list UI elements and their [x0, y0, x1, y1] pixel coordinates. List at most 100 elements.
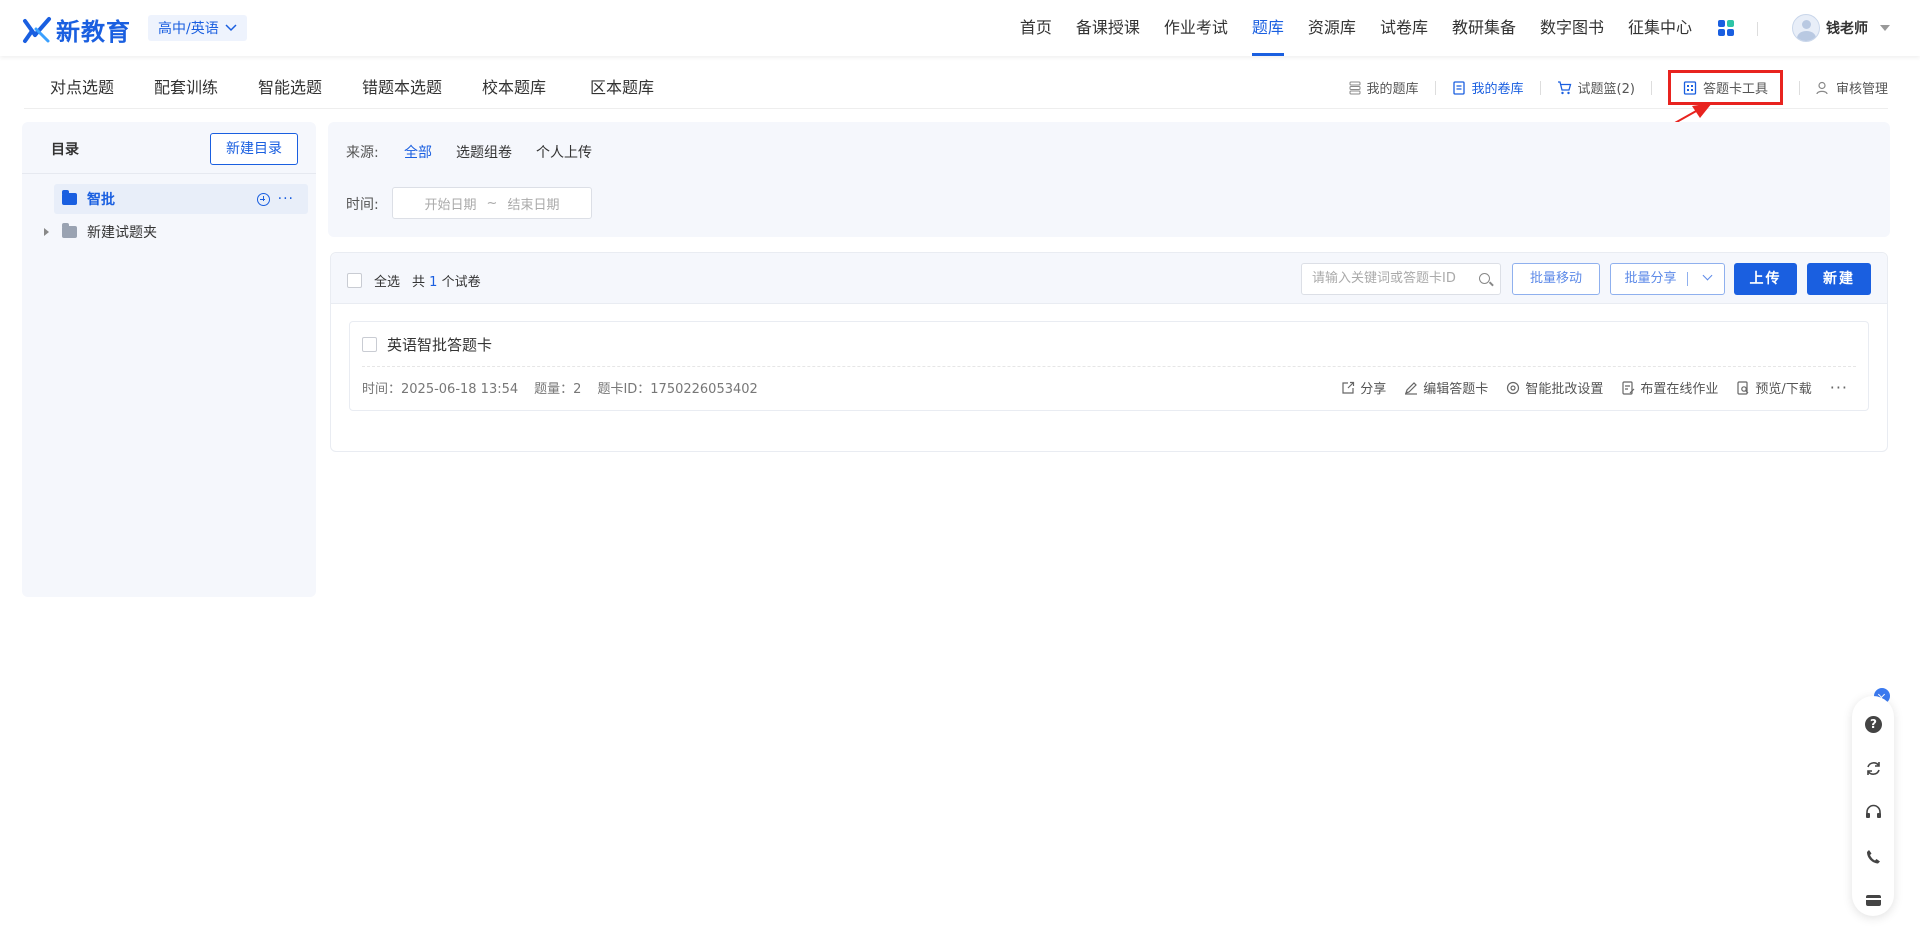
paper-title[interactable]: 英语智批答题卡	[387, 334, 492, 355]
time-label: 时间:	[346, 197, 379, 213]
card-icon[interactable]	[1865, 892, 1882, 909]
user-menu[interactable]: 钱老师	[1792, 14, 1890, 42]
assignment-icon	[1622, 380, 1635, 395]
sidebar-header: 目录 新建目录	[22, 122, 316, 174]
count-prefix: 共	[412, 275, 426, 290]
assign-online-homework-action[interactable]: 布置在线作业	[1621, 378, 1718, 397]
tree-item-label: 新建试题夹	[87, 225, 157, 241]
paper-list-panel: 全选 共 1 个试卷 请输入关键词或答题卡ID 批量移动 批量分享 上传 新建 …	[330, 252, 1888, 452]
paper-checkbox[interactable]	[362, 337, 377, 352]
nav-collection-center[interactable]: 征集中心	[1628, 0, 1692, 56]
search-icon[interactable]	[1479, 273, 1490, 284]
paper-count: 共 1 个试卷	[412, 271, 481, 290]
count-suffix: 个试卷	[441, 275, 481, 290]
my-papers-label: 我的卷库	[1471, 82, 1524, 97]
nav-home[interactable]: 首页	[1020, 0, 1052, 56]
logo-text: 新教育	[56, 18, 131, 46]
paper-title-row: 英语智批答题卡	[362, 334, 492, 355]
source-compose[interactable]: 选题组卷	[456, 142, 512, 162]
preview-download-action[interactable]: 预览/下载	[1736, 378, 1812, 397]
end-date[interactable]: 结束日期	[507, 194, 559, 213]
chevron-down-icon[interactable]	[1702, 270, 1712, 281]
search-placeholder: 请输入关键词或答题卡ID	[1312, 271, 1456, 286]
apps-grid-icon[interactable]	[1718, 20, 1734, 36]
help-icon[interactable]: ?	[1865, 716, 1882, 733]
source-all[interactable]: 全部	[404, 142, 432, 162]
upload-button[interactable]: 上传	[1734, 263, 1797, 295]
search-input[interactable]: 请输入关键词或答题卡ID	[1301, 263, 1501, 295]
tab-school-bank[interactable]: 校本题库	[482, 56, 546, 109]
nav-research[interactable]: 教研集备	[1452, 0, 1516, 56]
preview-download-label: 预览/下载	[1755, 382, 1812, 397]
filter-panel: 来源: 全部 选题组卷 个人上传 时间: 开始日期 ~ 结束日期	[328, 122, 1890, 237]
edit-card-action[interactable]: 编辑答题卡	[1404, 378, 1488, 397]
smart-grading-settings-action[interactable]: 智能批改设置	[1506, 378, 1603, 397]
folder-icon	[62, 190, 77, 205]
tab-district-bank[interactable]: 区本题库	[590, 56, 654, 109]
sidebar-title: 目录	[51, 142, 79, 158]
document-icon	[1452, 80, 1465, 95]
batch-move-button[interactable]: 批量移动	[1512, 263, 1600, 295]
directory-sidebar: 目录 新建目录 智批 ··· 新建试题夹	[22, 122, 316, 597]
paper-card[interactable]: 英语智批答题卡 时间：2025-06-18 13:54 题量：2 题卡ID：17…	[349, 321, 1869, 411]
preview-icon	[1737, 380, 1749, 395]
top-header: 新教育 高中/英语 首页 备课授课 作业考试 题库 资源库 试卷库 教研集备 数…	[0, 0, 1920, 56]
add-subfolder-icon[interactable]	[256, 192, 270, 206]
create-button[interactable]: 新建	[1807, 263, 1871, 295]
start-date[interactable]: 开始日期	[425, 194, 477, 213]
basket-label: 试题篮(2)	[1577, 82, 1635, 97]
select-all-checkbox[interactable]	[347, 273, 362, 288]
expand-arrow-icon[interactable]	[44, 228, 49, 236]
source-label: 来源:	[346, 145, 379, 161]
nav-resources[interactable]: 资源库	[1308, 0, 1356, 56]
paper-card-id: 题卡ID：1750226053402	[597, 382, 758, 397]
user-name: 钱老师	[1826, 21, 1868, 37]
nav-paper-bank[interactable]: 试卷库	[1380, 0, 1428, 56]
nav-question-bank[interactable]: 题库	[1251, 0, 1284, 56]
source-upload[interactable]: 个人上传	[536, 142, 592, 162]
tab-mistake-selection[interactable]: 错题本选题	[362, 56, 442, 109]
more-icon[interactable]: ···	[278, 191, 294, 207]
headset-icon[interactable]	[1865, 804, 1882, 821]
nav-lesson-prep[interactable]: 备课授课	[1076, 0, 1140, 56]
tree-item-zhipi[interactable]: 智批 ···	[54, 184, 308, 214]
my-bank-link[interactable]: 我的题库	[1349, 78, 1419, 97]
avatar	[1792, 14, 1820, 42]
paper-time: 时间：2025-06-18 13:54	[362, 382, 519, 397]
tree-item-actions: ···	[256, 191, 294, 207]
new-directory-button[interactable]: 新建目录	[210, 133, 298, 165]
date-range-picker[interactable]: 开始日期 ~ 结束日期	[392, 187, 592, 219]
basket-link[interactable]: 试题篮(2)	[1557, 78, 1635, 97]
batch-share-button[interactable]: 批量分享	[1610, 263, 1725, 295]
edit-icon	[1405, 381, 1418, 395]
phone-icon[interactable]	[1865, 848, 1882, 865]
tool-divider	[1434, 80, 1436, 95]
review-link[interactable]: 审核管理	[1816, 78, 1888, 97]
settings-icon	[1507, 381, 1520, 394]
folder-icon	[62, 223, 77, 238]
grade-subject-select[interactable]: 高中/英语	[148, 15, 247, 41]
tab-targeted-selection[interactable]: 对点选题	[50, 56, 114, 109]
tree-item-new-folder[interactable]: 新建试题夹	[44, 217, 157, 247]
my-bank-label: 我的题库	[1366, 82, 1419, 97]
database-icon	[1349, 81, 1361, 94]
select-all-label: 全选	[374, 275, 401, 290]
logo-icon	[22, 15, 52, 45]
review-label: 审核管理	[1835, 82, 1888, 97]
logo[interactable]: 新教育	[22, 12, 131, 47]
card-divider	[362, 366, 1856, 367]
grade-select-label: 高中/英语	[158, 21, 219, 37]
more-icon[interactable]: ···	[1830, 378, 1848, 397]
refresh-icon[interactable]	[1865, 760, 1882, 777]
select-all[interactable]: 全选 共 1 个试卷	[347, 271, 481, 290]
nav-homework-exam[interactable]: 作业考试	[1164, 0, 1228, 56]
tree-item-label: 智批	[87, 192, 115, 208]
share-action[interactable]: 分享	[1341, 378, 1386, 397]
smart-grading-label: 智能批改设置	[1525, 382, 1604, 397]
tab-smart-selection[interactable]: 智能选题	[258, 56, 322, 109]
tab-matching-training[interactable]: 配套训练	[154, 56, 218, 109]
my-papers-link[interactable]: 我的卷库	[1452, 78, 1524, 97]
share-icon	[1342, 381, 1355, 394]
range-separator: ~	[486, 195, 498, 211]
nav-digital-books[interactable]: 数字图书	[1540, 0, 1604, 56]
